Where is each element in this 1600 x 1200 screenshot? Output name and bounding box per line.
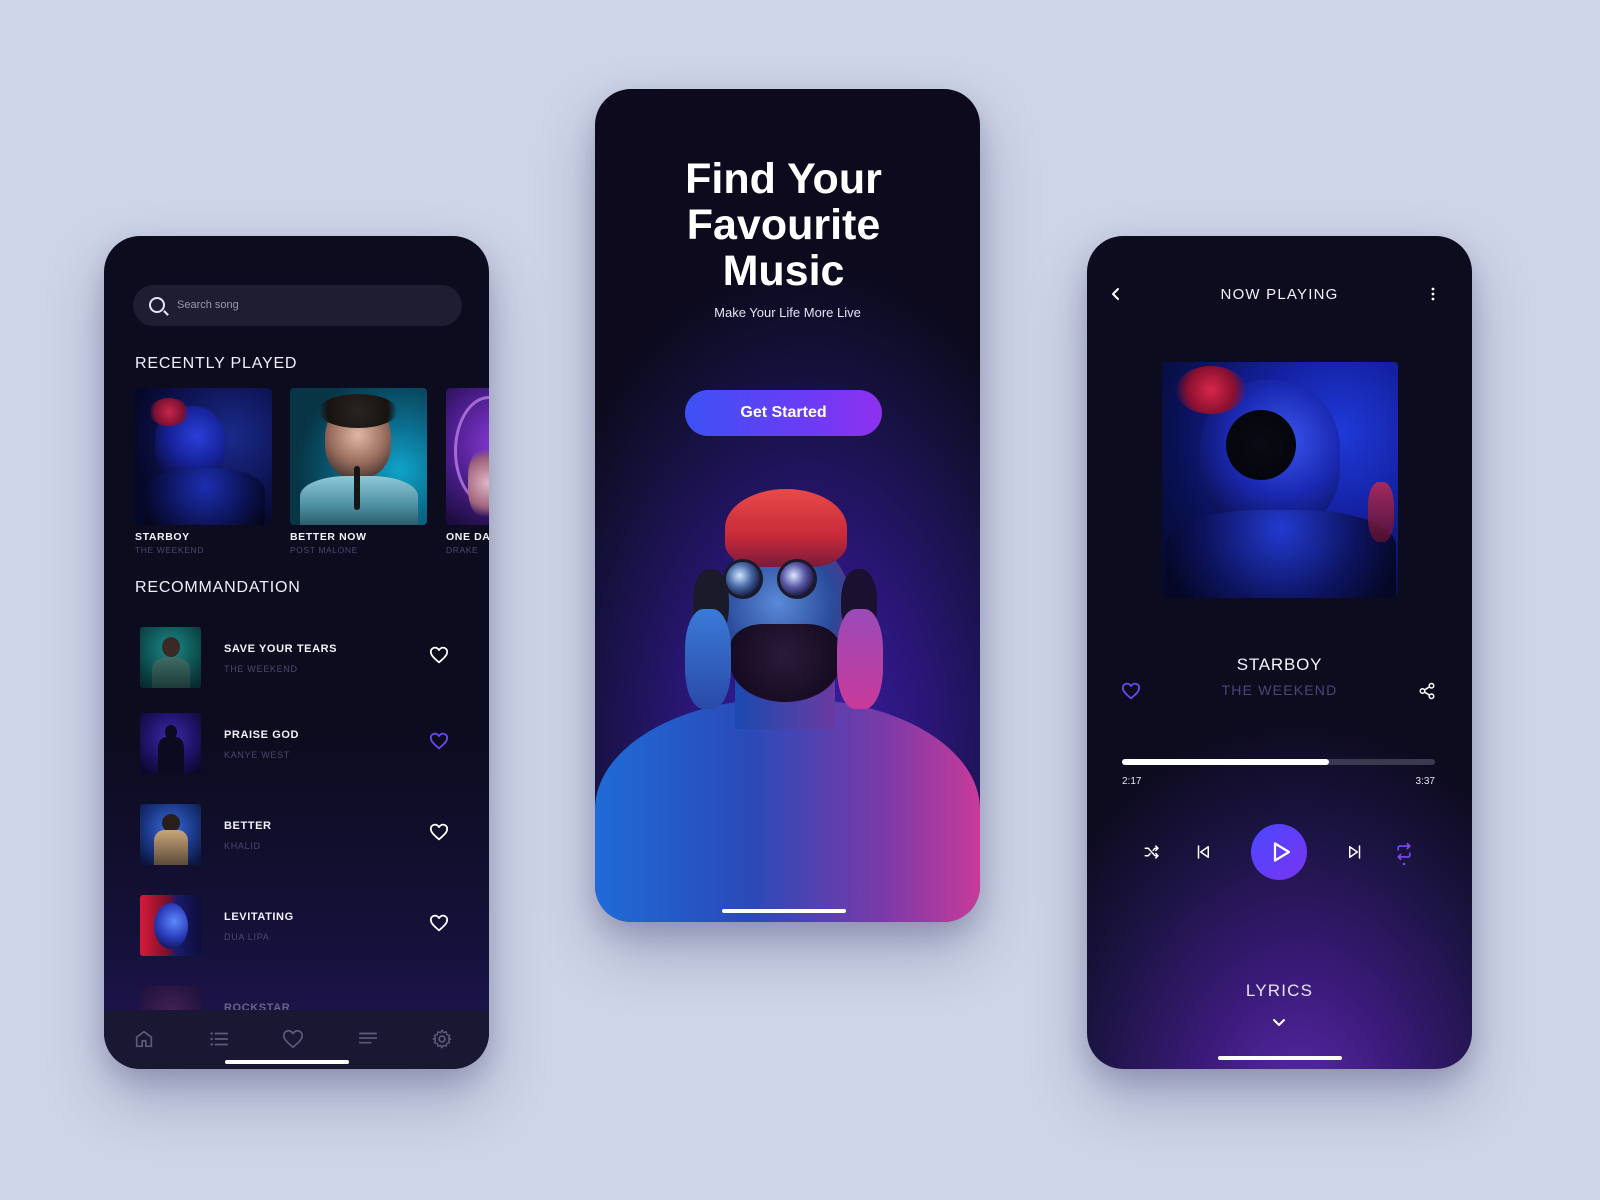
play-icon [1273, 842, 1291, 862]
heart-icon[interactable] [429, 732, 449, 750]
search-input[interactable] [177, 295, 447, 315]
album-art [135, 388, 272, 525]
list-item[interactable]: LEVITATING DUA LIPA [140, 895, 460, 957]
elapsed-time: 2:17 [1122, 776, 1142, 787]
play-button[interactable] [1251, 824, 1307, 880]
album-art [140, 713, 201, 774]
hero-image [595, 489, 980, 922]
album-art [290, 388, 427, 525]
song-title: SAVE YOUR TEARS [224, 643, 338, 655]
hero-title-line: Favourite [686, 201, 881, 249]
recent-card-title: STARBOY [135, 531, 190, 543]
now-playing-screen: NOW PLAYING STARBOY THE WEEKEND 2:17 3:3… [1087, 236, 1472, 1069]
song-title: LEVITATING [224, 911, 294, 923]
song-title: STARBOY [1236, 655, 1323, 674]
recent-card-one-dance[interactable]: ONE DA DRAKE [446, 388, 489, 555]
recent-card-better-now[interactable]: BETTER NOW POST MALONE [290, 388, 427, 555]
shuffle-icon[interactable] [1143, 843, 1161, 861]
progress-slider[interactable] [1122, 759, 1435, 765]
progress-fill [1122, 759, 1329, 765]
recent-card-artist: THE WEEKEND [135, 545, 204, 555]
bottom-tab-bar [104, 1010, 489, 1069]
share-icon[interactable] [1418, 682, 1436, 700]
list-item[interactable]: SAVE YOUR TEARS THE WEEKEND [140, 627, 460, 689]
home-icon[interactable] [133, 1028, 155, 1050]
song-artist: KANYE WEST [224, 750, 291, 760]
get-started-button[interactable]: Get Started [685, 390, 882, 436]
recent-card-artist: POST MALONE [290, 545, 358, 555]
song-artist: KHALID [224, 841, 261, 851]
search-bar[interactable] [133, 285, 462, 326]
recently-played-heading: RECENTLY PLAYED [135, 355, 298, 372]
home-indicator [225, 1060, 349, 1064]
hero-title: Find Your Favourite Music [595, 156, 972, 294]
album-art [140, 895, 201, 956]
song-title: PRAISE GOD [224, 729, 300, 741]
song-artist: THE WEEKEND [1221, 682, 1338, 698]
home-indicator [1218, 1056, 1342, 1060]
album-art [140, 804, 201, 865]
recent-card-title: BETTER NOW [290, 531, 367, 543]
list-item[interactable]: PRAISE GOD KANYE WEST [140, 713, 460, 775]
home-indicator [722, 909, 846, 913]
more-vertical-icon[interactable] [1430, 286, 1436, 302]
song-title: BETTER [224, 820, 272, 832]
chevron-down-icon[interactable] [1272, 1018, 1286, 1028]
recent-card-title: ONE DA [446, 531, 489, 543]
settings-icon[interactable] [431, 1028, 453, 1050]
hero-title-line: Find Your [685, 155, 882, 203]
search-icon [149, 297, 165, 313]
recent-card-starboy[interactable]: STARBOY THE WEEKEND [135, 388, 272, 555]
page-title: NOW PLAYING [1220, 286, 1339, 303]
total-time: 3:37 [1415, 776, 1435, 787]
list-item[interactable]: BETTER KHALID [140, 804, 460, 866]
heart-icon[interactable] [429, 914, 449, 932]
hero-subtitle: Make Your Life More Live [714, 305, 861, 320]
repeat-icon[interactable] [1394, 841, 1414, 867]
next-icon[interactable] [1346, 843, 1364, 861]
onboarding-screen: Find Your Favourite Music Make Your Life… [595, 89, 980, 922]
recommendation-heading: RECOMMANDATION [135, 579, 301, 596]
library-screen: RECENTLY PLAYED STARBOY THE WEEKEND BETT… [104, 236, 489, 1069]
previous-icon[interactable] [1194, 843, 1212, 861]
heart-icon[interactable] [429, 646, 449, 664]
queue-icon[interactable] [357, 1028, 379, 1050]
album-art [140, 627, 201, 688]
lyrics-label[interactable]: LYRICS [1087, 981, 1472, 1001]
hero-title-line: Music [722, 247, 845, 295]
list-icon[interactable] [208, 1028, 230, 1050]
album-art [446, 388, 489, 525]
song-artist: DUA LIPA [224, 932, 270, 942]
album-cover [1162, 362, 1398, 598]
heart-icon[interactable] [282, 1028, 304, 1050]
recent-card-artist: DRAKE [446, 545, 479, 555]
song-artist: THE WEEKEND [224, 664, 298, 674]
heart-icon[interactable] [429, 823, 449, 841]
